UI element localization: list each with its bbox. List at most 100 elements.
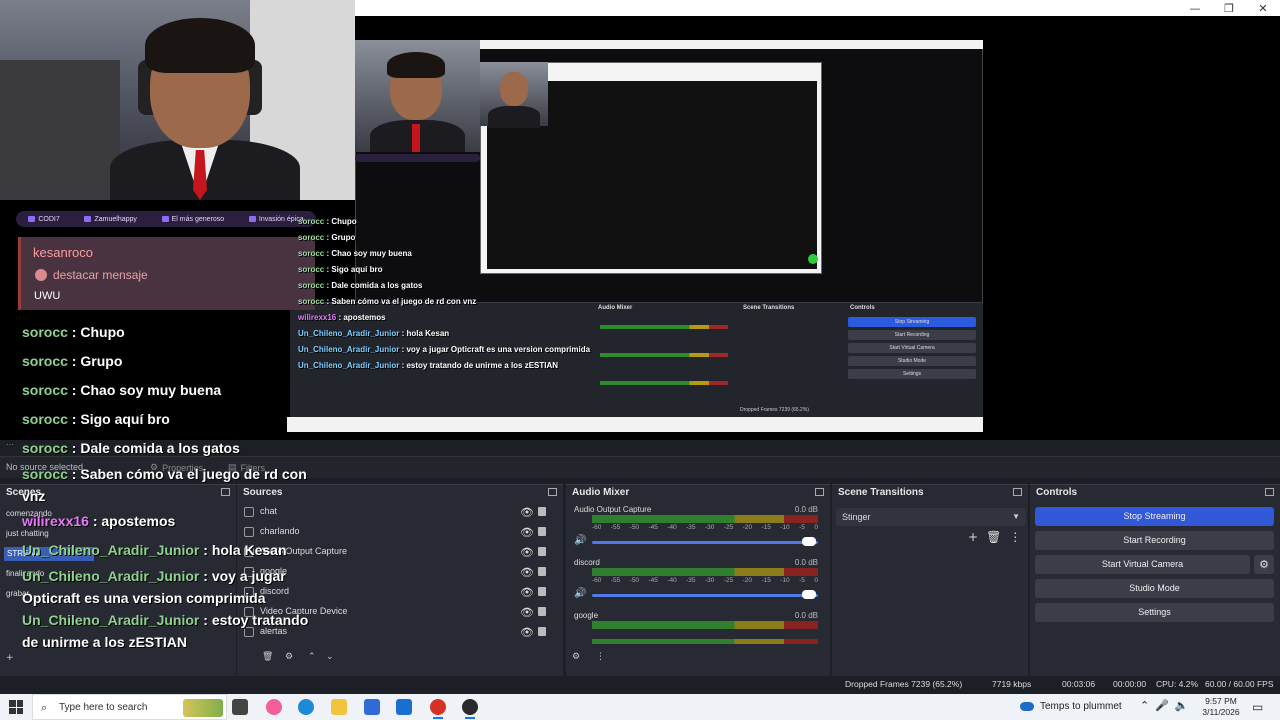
volume-knob[interactable] [802,537,816,546]
chat-user: sorocc [22,411,68,427]
weather-widget[interactable]: Temps to plummet [1020,701,1122,712]
lock-icon[interactable] [538,547,546,556]
speaker-icon[interactable]: 🔊 [574,535,586,546]
move-up-icon[interactable]: ⌃ [308,652,316,662]
visibility-eye-icon[interactable]: 👁 [520,506,534,519]
lock-icon[interactable] [538,507,546,516]
restore-button[interactable]: ❐ [1212,0,1246,16]
alert-item: Invasión épica [248,216,304,223]
alert-label: CODI7 [38,215,60,223]
undock-icon[interactable] [1013,488,1022,496]
mini-stop-streaming: Stop Streaming [848,317,976,327]
volume-slider[interactable] [592,541,818,544]
chat-user: sorocc [298,249,325,258]
task-view-icon[interactable] [232,699,248,715]
stop-streaming-button[interactable]: Stop Streaming [1035,507,1274,526]
add-icon[interactable]: + [968,530,978,544]
start-windows-icon[interactable] [9,700,23,714]
remove-source-icon[interactable]: 🗑 [262,652,273,662]
undock-icon[interactable] [548,488,557,496]
chat-user: sorocc [298,217,325,226]
add-scene-icon[interactable]: + [6,653,14,663]
mixer-settings-icon[interactable]: ⚙ [572,652,580,662]
weather-text: Temps to plummet [1040,701,1122,712]
volume-knob[interactable] [802,590,816,599]
mini-meter [600,353,728,357]
chat-line: Un_Chileno_Aradir_Junior : estoy tratand… [298,361,559,370]
volume-icon[interactable]: 🔈 [1175,699,1189,712]
nested-taskbar [287,417,983,432]
speaker-icon[interactable]: 🔊 [574,588,586,599]
mixer-channel: google 0.0 dB [574,611,820,663]
taskbar-search[interactable]: ⌕ Type here to search [32,694,227,720]
edge-icon[interactable] [298,699,314,715]
alert-bar-nested [355,154,480,162]
preview-capture-titlebar [480,40,983,49]
visibility-eye-icon[interactable]: 👁 [520,586,534,599]
chevron-up-icon[interactable]: ⌃ [1140,699,1149,712]
settings-button[interactable]: Settings [1035,603,1274,622]
clock[interactable]: 9:57 PM 3/11/2026 [1200,696,1242,718]
mini-start-virtual-camera: Start Virtual Camera [848,343,976,353]
move-down-icon[interactable]: ⌄ [326,652,334,662]
visibility-eye-icon[interactable]: 👁 [520,546,534,559]
virtual-camera-gear-icon[interactable]: ⚙ [1254,555,1274,574]
lock-icon[interactable] [538,607,546,616]
webcam-feed-nested-2 [480,62,548,128]
lock-icon[interactable] [538,527,546,536]
undock-icon[interactable] [815,488,824,496]
close-button[interactable]: ✕ [1246,0,1280,16]
chat-line: sorocc : Chupo [298,217,357,226]
source-settings-icon[interactable]: ⚙ [285,652,293,662]
alert-bar: CODI7 Zamuelhappy El más generoso Invasi… [16,211,316,227]
menu-icon[interactable]: ⋮ [1009,530,1021,544]
chat-line: wilirexx16 : apostemos [22,513,176,529]
volume-slider[interactable] [592,594,818,597]
lock-icon[interactable] [538,567,546,576]
file-explorer-icon[interactable] [331,699,347,715]
lock-icon[interactable] [538,587,546,596]
volume-meter [592,515,818,523]
obs-status-bar: Dropped Frames 7239 (65.2%) 7719 kbps 00… [0,676,1280,693]
start-virtual-camera-button[interactable]: Start Virtual Camera [1035,555,1250,574]
dropped-frames: Dropped Frames 7239 (65.2%) [845,679,963,689]
streamer-hair [387,52,445,78]
store-icon[interactable] [364,699,380,715]
channel-name: Audio Output Capture [574,505,652,514]
bitrate: 7719 kbps [992,679,1032,689]
undock-icon[interactable] [1265,488,1274,496]
fps: 60.00 / 60.00 FPS [1205,679,1274,689]
alert-icon [248,216,256,222]
window-controls: — ❐ ✕ [1178,0,1280,16]
chat-text: Sigo aquí bro [80,411,170,427]
outlook-icon[interactable] [396,699,412,715]
trash-icon[interactable]: 🗑 [986,530,1001,544]
minimize-button[interactable]: — [1178,0,1212,16]
weather-icon [1020,702,1034,711]
studio-mode-button[interactable]: Studio Mode [1035,579,1274,598]
chat-text: Dale comida a los gatos [331,281,423,290]
visibility-eye-icon[interactable]: 👁 [520,626,534,639]
notification-icon[interactable]: ▭ [1252,700,1263,714]
chat-text: Chao soy muy buena [331,249,412,258]
start-recording-button[interactable]: Start Recording [1035,531,1274,550]
chat-text: Grupo [80,353,123,369]
chat-line: sorocc : Grupo [22,353,123,369]
chat-text: Chupo [80,324,125,340]
transition-select[interactable]: Stinger ▼ [836,508,1026,526]
visibility-eye-icon[interactable]: 👁 [520,566,534,579]
chat-user: sorocc [298,281,325,290]
controls-title: Controls [1036,487,1078,498]
copilot-icon[interactable] [266,699,282,715]
drag-handle-icon[interactable]: ⋯ [6,440,14,449]
microphone-icon[interactable]: 🎤 [1155,699,1169,712]
chat-user: sorocc [22,324,68,340]
visibility-eye-icon[interactable]: 👁 [520,606,534,619]
chrome-icon[interactable] [430,699,446,715]
mini-transitions-title: Scene Transitions [743,305,795,311]
alert-label: El más generoso [171,215,225,223]
visibility-eye-icon[interactable]: 👁 [520,526,534,539]
lock-icon[interactable] [538,627,546,636]
mixer-menu-icon[interactable]: ⋮ [596,652,605,662]
obs-icon[interactable] [462,699,478,715]
